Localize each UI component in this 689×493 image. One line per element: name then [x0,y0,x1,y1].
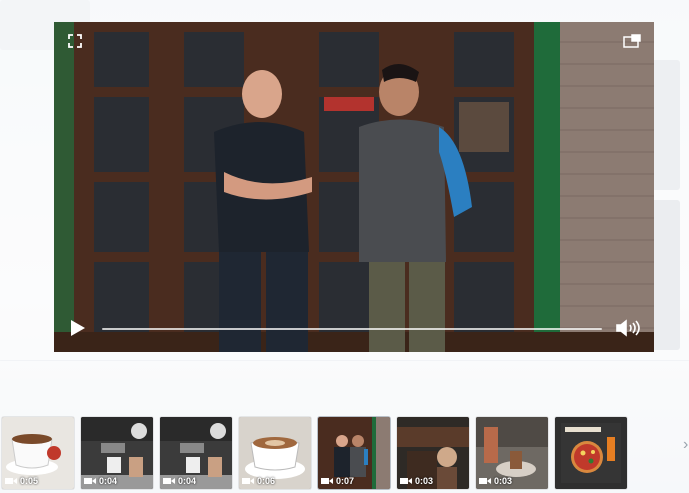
thumbnail-6[interactable]: 0:03 [397,417,469,489]
video-player[interactable] [54,22,654,352]
thumbnail-8[interactable] [555,417,627,489]
thumbnail-7[interactable]: 0:03 [476,417,548,489]
progress-bar[interactable] [102,328,602,330]
video-camera-icon [5,478,17,484]
thumbnail-duration: 0:03 [415,476,434,486]
thumbnail-4[interactable]: 0:06 [239,417,311,489]
thumbnail-meta: 0:05 [5,476,38,486]
video-camera-icon [163,478,175,484]
thumbnail-2[interactable]: 0:04 [81,417,153,489]
thumbnail-duration: 0:06 [257,476,276,486]
thumbnail-duration: 0:07 [336,476,355,486]
next-arrow-icon[interactable]: › [683,430,689,460]
thumbnail-3[interactable]: 0:04 [160,417,232,489]
thumbnail-image [555,417,627,489]
thumbnail-duration: 0:03 [494,476,513,486]
thumbnail-meta: 0:07 [321,476,354,486]
picture-in-picture-icon[interactable] [622,32,642,50]
thumbnail-duration: 0:04 [178,476,197,486]
video-camera-icon [84,478,96,484]
thumbnail-1[interactable]: 0:05 [2,417,74,489]
thumbnail-meta: 0:04 [84,476,117,486]
thumbnail-5[interactable]: 0:07 [318,417,390,489]
video-camera-icon [479,478,491,484]
speaker-icon[interactable] [616,318,642,338]
thumbnail-duration: 0:04 [99,476,118,486]
thumbnail-meta: 0:06 [242,476,275,486]
thumbnail-meta: 0:03 [479,476,512,486]
thumbnail-meta: 0:03 [400,476,433,486]
thumbnail-meta: 0:04 [163,476,196,486]
play-icon[interactable] [68,318,88,338]
video-camera-icon [400,478,412,484]
thumbnail-strip: 0:05 0:04 0:04 0:06 0:07 0:03 0:03 [0,417,689,489]
video-camera-icon [321,478,333,484]
video-frame [54,22,654,352]
expand-corners-icon[interactable] [66,32,84,50]
video-camera-icon [242,478,254,484]
thumbnail-duration: 0:05 [20,476,39,486]
